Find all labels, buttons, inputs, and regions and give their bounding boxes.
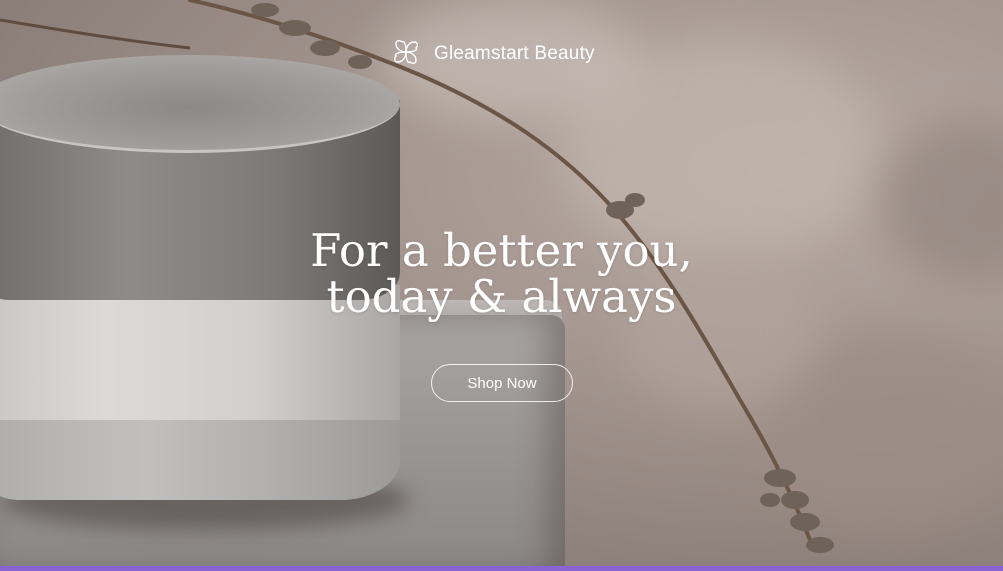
- flower-icon: [390, 36, 422, 73]
- accent-bar: [0, 566, 1003, 571]
- brand-name: Gleamstart Beauty: [434, 43, 595, 64]
- brand-logo[interactable]: Gleamstart Beauty: [390, 38, 595, 70]
- cream-jar-base: [0, 420, 400, 500]
- hero-headline: For a better you, today & always: [0, 228, 1003, 320]
- headline-line-1: For a better you,: [310, 224, 693, 277]
- headline-line-2: today & always: [326, 270, 677, 323]
- shop-now-button[interactable]: Shop Now: [431, 364, 573, 402]
